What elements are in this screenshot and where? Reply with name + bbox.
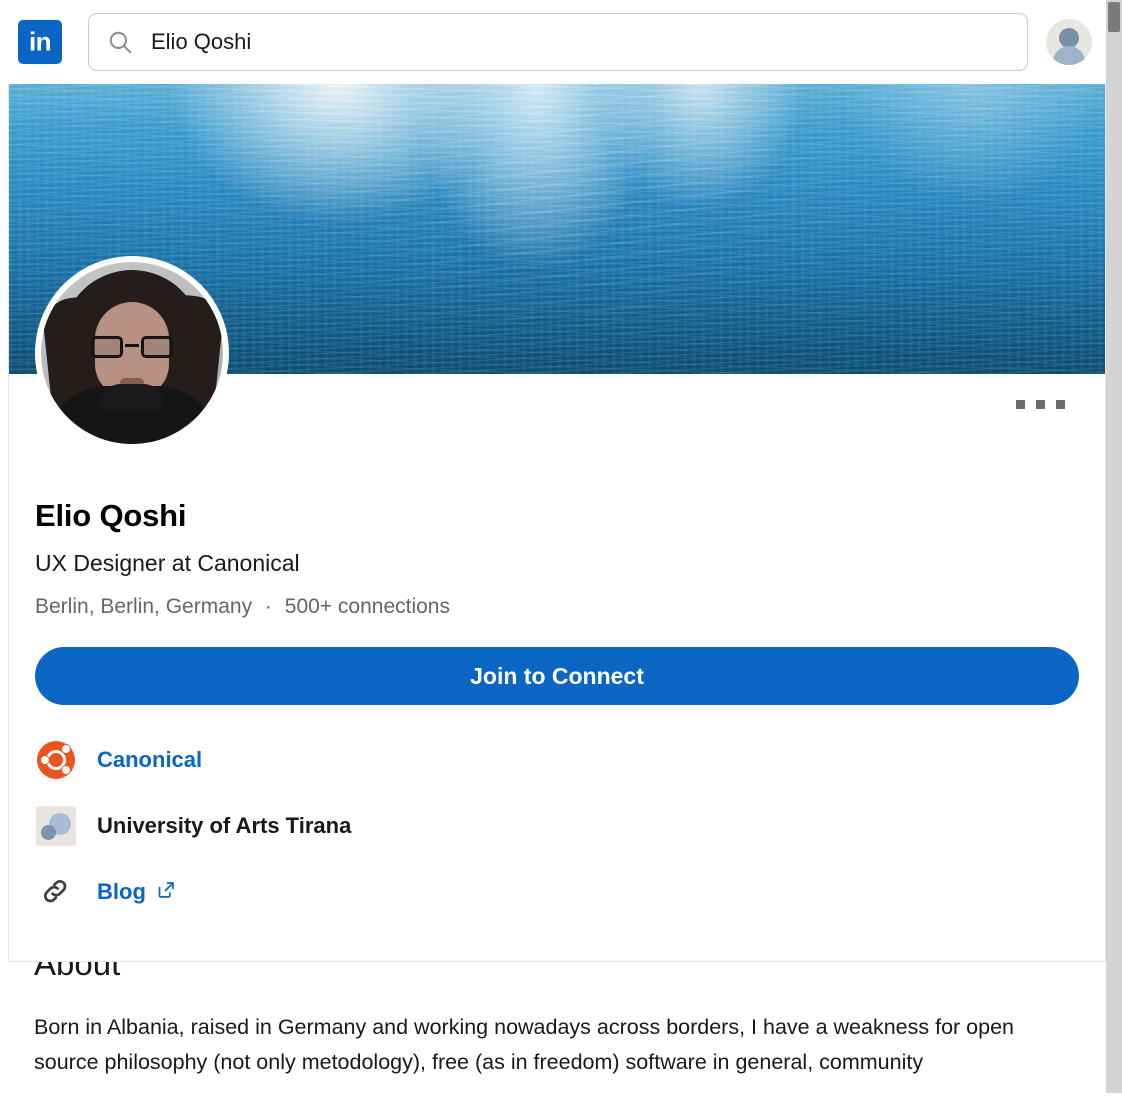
school-placeholder-icon: [35, 805, 77, 847]
entity-row-website[interactable]: Blog: [35, 859, 1105, 925]
profile-headline: UX Designer at Canonical: [35, 550, 1105, 578]
entity-label-website: Blog: [97, 879, 146, 905]
profile-location: Berlin, Berlin, Germany: [35, 595, 252, 618]
profile-photo[interactable]: [35, 256, 229, 450]
profile-meta: Berlin, Berlin, Germany · 500+ connectio…: [35, 594, 1105, 619]
ellipsis-dot-icon: [1056, 400, 1065, 409]
top-navigation-bar: in: [0, 0, 1106, 84]
avatar-body-shape: [1053, 46, 1085, 65]
canonical-ubuntu-logo-icon: [35, 739, 77, 781]
join-to-connect-button[interactable]: Join to Connect: [35, 647, 1079, 705]
linkedin-logo-text: in: [18, 28, 62, 54]
search-icon: [107, 29, 133, 55]
more-options-button[interactable]: [1010, 394, 1071, 415]
link-chain-icon: [35, 871, 77, 913]
user-avatar[interactable]: [1046, 19, 1092, 65]
avatar-head-shape: [1059, 28, 1079, 48]
entity-row-school[interactable]: University of Arts Tirana: [35, 793, 1105, 859]
about-section: About Born in Albania, raised in Germany…: [8, 944, 1106, 1102]
profile-card: Elio Qoshi UX Designer at Canonical Berl…: [8, 84, 1106, 962]
entity-label-school: University of Arts Tirana: [97, 813, 351, 839]
linkedin-logo-icon[interactable]: in: [18, 20, 62, 64]
external-link-icon: [156, 880, 176, 905]
profile-photo-image: [41, 262, 223, 444]
vertical-scrollbar[interactable]: [1106, 0, 1122, 1093]
about-text: Born in Albania, raised in Germany and w…: [34, 1010, 1080, 1081]
entity-label-company: Canonical: [97, 747, 202, 773]
profile-card-body: Elio Qoshi UX Designer at Canonical Berl…: [9, 374, 1105, 961]
ellipsis-dot-icon: [1016, 400, 1025, 409]
search-input[interactable]: [151, 29, 1009, 55]
profile-entity-list: Canonical University of Arts Tirana: [9, 727, 1105, 961]
scrollbar-thumb[interactable]: [1108, 2, 1120, 32]
entity-row-company[interactable]: Canonical: [35, 727, 1105, 793]
meta-separator: ·: [258, 595, 279, 618]
ellipsis-dot-icon: [1036, 400, 1045, 409]
search-box[interactable]: [88, 13, 1028, 71]
page-title: Elio Qoshi: [35, 498, 1105, 534]
profile-connections-count[interactable]: 500+ connections: [285, 595, 450, 618]
